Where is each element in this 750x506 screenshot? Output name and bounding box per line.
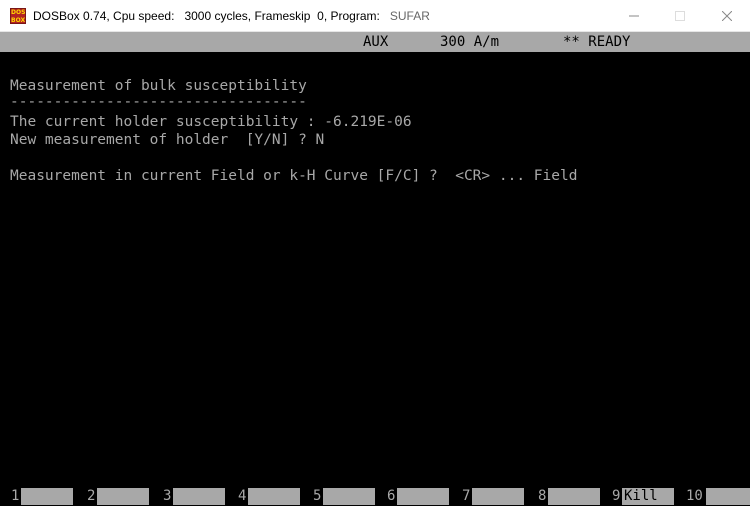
- dosbox-app-icon[interactable]: DOS BOX: [10, 8, 26, 24]
- function-key-bar: 1 2 3 4 5 6 7 8 9 Kill 10: [0, 486, 750, 506]
- terminal-holder-susceptibility: The current holder susceptibility : -6.2…: [10, 114, 412, 130]
- minimize-icon: [629, 15, 639, 17]
- fkey-number: 2: [87, 488, 96, 504]
- fkey-number: 4: [238, 488, 247, 504]
- status-field: 300 A/m: [440, 34, 500, 50]
- fkey-label: [397, 488, 449, 505]
- terminal-field-prompt: Measurement in current Field or k-H Curv…: [10, 168, 578, 184]
- fkey-number: 1: [11, 488, 20, 504]
- fkey-number: 6: [387, 488, 396, 504]
- title-bar[interactable]: DOS BOX DOSBox 0.74, Cpu speed: 3000 cyc…: [0, 0, 750, 32]
- fkey-number: 7: [462, 488, 471, 504]
- terminal-holder-prompt: New measurement of holder [Y/N] ? N: [10, 132, 325, 148]
- maximize-icon: [675, 11, 685, 21]
- fkey-label: [472, 488, 524, 505]
- fkey-number: 8: [538, 488, 547, 504]
- dos-screen[interactable]: AUX 300 A/m ** READY Measurement of bulk…: [0, 32, 750, 506]
- fkey-number: 5: [313, 488, 322, 504]
- fkey-number: 9: [612, 488, 621, 504]
- fkey-label: [97, 488, 149, 505]
- fkey-label: [248, 488, 300, 505]
- terminal-separator: ----------------------------------: [10, 94, 307, 110]
- title-app: DOSBox 0.74, Cpu speed:: [33, 9, 175, 23]
- status-bar: AUX 300 A/m ** READY: [0, 32, 750, 52]
- fkey-number: 10: [686, 488, 703, 504]
- fkey-label: [706, 488, 750, 505]
- dosbox-window: DOS BOX DOSBox 0.74, Cpu speed: 3000 cyc…: [0, 0, 750, 506]
- status-state: ** READY: [563, 34, 631, 50]
- title-program: SUFAR: [389, 9, 430, 23]
- fkey-label: [548, 488, 600, 505]
- fkey-label: [21, 488, 73, 505]
- window-title: DOSBox 0.74, Cpu speed: 3000 cycles, Fra…: [33, 0, 430, 32]
- close-icon: [722, 11, 732, 21]
- fkey-label: Kill: [622, 488, 674, 505]
- fkey-label: [173, 488, 225, 505]
- status-mode: AUX: [363, 34, 389, 50]
- fkey-number: 3: [163, 488, 172, 504]
- title-cycles: 3000 cycles, Frameskip 0, Program:: [184, 9, 380, 23]
- minimize-button[interactable]: [611, 0, 657, 32]
- fkey-label: [323, 488, 375, 505]
- close-button[interactable]: [704, 0, 750, 32]
- maximize-button[interactable]: [657, 0, 703, 32]
